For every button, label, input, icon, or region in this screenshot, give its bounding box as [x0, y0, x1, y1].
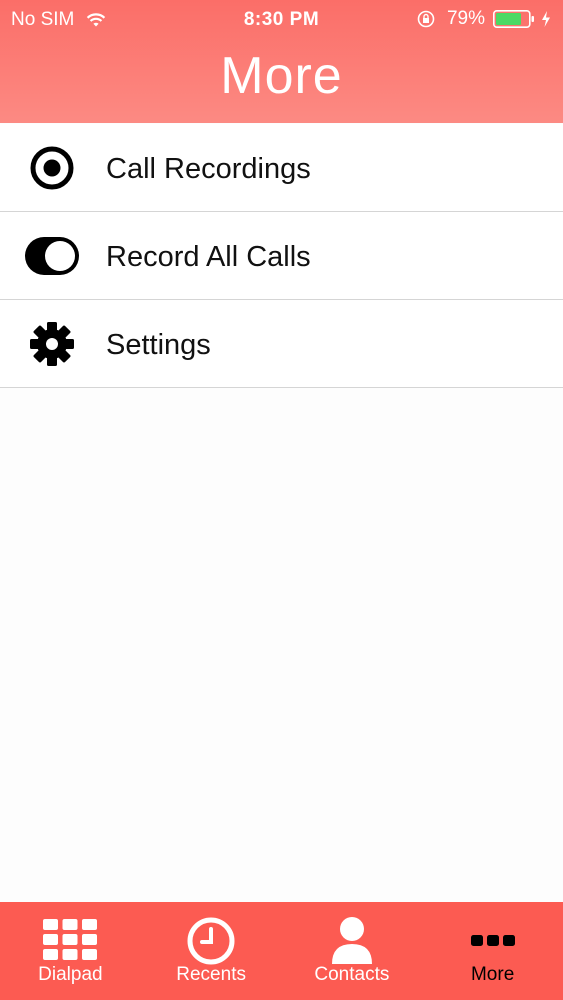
tab-dialpad[interactable]: Dialpad: [0, 902, 141, 1000]
header: No SIM 8:30 PM 79% More: [0, 0, 563, 123]
tab-more[interactable]: More: [422, 902, 563, 1000]
person-icon: [324, 916, 380, 966]
tab-contacts[interactable]: Contacts: [282, 902, 423, 1000]
gear-icon: [25, 321, 79, 367]
menu-item-call-recordings[interactable]: Call Recordings: [0, 124, 563, 212]
clock-icon: [183, 916, 239, 966]
tab-label: More: [470, 964, 515, 985]
rotation-lock-icon: [417, 10, 435, 28]
battery-percent: 79%: [446, 8, 485, 29]
charging-bolt-icon: [542, 11, 550, 27]
tab-label: Contacts: [314, 964, 390, 985]
dialpad-icon: [42, 916, 98, 966]
status-bar: No SIM 8:30 PM 79%: [0, 0, 563, 40]
menu-item-record-all-calls[interactable]: Record All Calls: [0, 212, 563, 300]
tab-label: Dialpad: [38, 964, 103, 985]
record-icon: [25, 145, 79, 191]
toggle-icon[interactable]: [25, 233, 79, 279]
battery-icon: [493, 10, 534, 28]
more-menu: Call Recordings Record All Calls Setting…: [0, 124, 563, 388]
tab-bar: Dialpad Recents Contacts More: [0, 902, 563, 1000]
menu-item-label: Settings: [106, 329, 211, 361]
status-right: 79%: [417, 8, 551, 30]
more-dots-icon: [465, 916, 521, 966]
menu-item-settings[interactable]: Settings: [0, 300, 563, 388]
menu-item-label: Record All Calls: [106, 241, 311, 273]
page-title: More: [220, 47, 343, 105]
menu-item-label: Call Recordings: [106, 153, 311, 185]
tab-recents[interactable]: Recents: [141, 902, 282, 1000]
tab-label: Recents: [176, 964, 246, 985]
